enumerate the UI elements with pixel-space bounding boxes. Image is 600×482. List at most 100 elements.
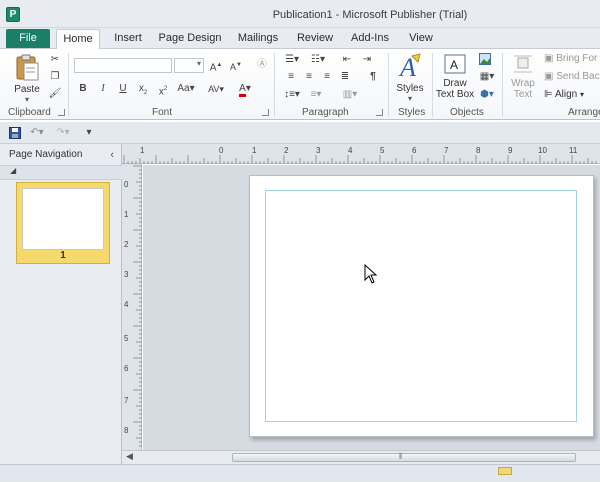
tab-mailings[interactable]: Mailings bbox=[234, 31, 282, 48]
font-launcher-icon[interactable] bbox=[262, 109, 269, 116]
hruler-label: 2 bbox=[284, 146, 289, 155]
send-backward-button[interactable]: ▣ Send Bac bbox=[544, 71, 600, 82]
superscript-icon[interactable]: x2 bbox=[156, 83, 170, 97]
grow-font-icon[interactable]: A▲ bbox=[208, 59, 224, 73]
horizontal-scrollbar[interactable]: ◀ ⦀ bbox=[122, 450, 600, 464]
redo-icon[interactable]: ↷▾ bbox=[54, 127, 72, 139]
tab-home[interactable]: Home bbox=[56, 29, 100, 49]
page-navigation-header: Page Navigation ‹ bbox=[0, 144, 122, 166]
format-painter-icon[interactable]: 🖌 bbox=[48, 88, 62, 100]
vruler-label: 4 bbox=[124, 300, 129, 309]
wrap-text-button[interactable]: Wrap Text bbox=[506, 53, 540, 105]
title-bar: P Publication1 - Microsoft Publisher (Tr… bbox=[0, 0, 600, 28]
increase-indent-icon[interactable]: ⇥ bbox=[360, 54, 374, 66]
paragraph-group-label: Paragraph bbox=[302, 107, 349, 118]
shapes-icon[interactable]: ⬢▾ bbox=[478, 89, 496, 101]
font-size-combo[interactable]: ▾ bbox=[174, 58, 204, 73]
draw-label: Draw bbox=[443, 78, 467, 89]
scroll-left-arrow-icon[interactable]: ◀ bbox=[126, 451, 133, 462]
columns-icon[interactable]: ▥▾ bbox=[340, 89, 360, 101]
align-button[interactable]: ⊫ Align ▾ bbox=[544, 89, 600, 100]
expand-section-icon[interactable]: ◢ bbox=[10, 166, 16, 175]
show-paragraph-marks-icon[interactable]: ¶ bbox=[366, 71, 380, 83]
publication-page[interactable] bbox=[249, 175, 594, 437]
paragraph-spacing-icon[interactable]: ≡▾ bbox=[306, 89, 326, 101]
styles-icon: A bbox=[398, 53, 421, 82]
paste-dropdown-icon[interactable]: ▾ bbox=[8, 95, 46, 104]
shrink-font-icon[interactable]: A▼ bbox=[228, 59, 244, 72]
vruler-label: 6 bbox=[124, 364, 129, 373]
tab-add-ins[interactable]: Add-Ins bbox=[347, 31, 393, 48]
tab-view[interactable]: View bbox=[404, 31, 438, 48]
change-case-icon[interactable]: Aa▾ bbox=[176, 83, 196, 95]
copy-icon[interactable]: ❐ bbox=[48, 71, 62, 83]
text-box-label: Text Box bbox=[435, 89, 475, 100]
status-bar bbox=[0, 464, 600, 482]
font-size-dropdown-icon[interactable]: ▾ bbox=[197, 59, 201, 68]
decrease-indent-icon[interactable]: ⇤ bbox=[340, 54, 354, 66]
hruler-label: 6 bbox=[412, 146, 417, 155]
numbering-icon[interactable]: ☷▾ bbox=[308, 54, 328, 66]
arrange-group-label: Arrange bbox=[568, 107, 600, 118]
save-icon[interactable] bbox=[8, 127, 22, 139]
group-divider bbox=[274, 53, 275, 117]
text-box-icon: A bbox=[444, 54, 466, 74]
cut-icon[interactable]: ✂ bbox=[48, 54, 62, 66]
align-right-icon[interactable]: ≡ bbox=[320, 71, 334, 83]
margin-guides bbox=[265, 190, 577, 422]
paste-button[interactable]: Paste ▾ bbox=[8, 53, 46, 104]
tab-review[interactable]: Review bbox=[294, 31, 336, 48]
bold-icon[interactable]: B bbox=[76, 83, 90, 95]
group-divider bbox=[502, 53, 503, 117]
styles-dropdown-icon[interactable]: ▾ bbox=[392, 94, 428, 103]
bring-forward-icon: ▣ bbox=[544, 53, 554, 64]
align-center-icon[interactable]: ≡ bbox=[302, 71, 316, 83]
table-icon[interactable]: ▦▾ bbox=[478, 71, 496, 83]
tab-file[interactable]: File bbox=[6, 29, 50, 48]
publication-workspace[interactable] bbox=[143, 165, 600, 450]
italic-icon[interactable]: I bbox=[96, 83, 110, 95]
underline-icon[interactable]: U bbox=[116, 83, 130, 95]
undo-icon[interactable]: ↶▾ bbox=[28, 127, 46, 139]
bring-forward-button[interactable]: ▣ Bring For bbox=[544, 53, 600, 64]
ribbon: Paste ▾ ✂ ❐ 🖌 Clipboard ▾ A▲ A▼ Ⓐ B I U … bbox=[0, 48, 600, 120]
paragraph-launcher-icon[interactable] bbox=[376, 109, 383, 116]
draw-text-box-button[interactable]: A Draw Text Box bbox=[434, 53, 476, 105]
picture-icon[interactable] bbox=[478, 53, 492, 65]
page-indicator-icon[interactable] bbox=[498, 467, 512, 475]
vruler-label: 2 bbox=[124, 240, 129, 249]
hruler-label: 1 bbox=[252, 146, 257, 155]
window-title: Publication1 - Microsoft Publisher (Tria… bbox=[272, 9, 468, 21]
page-thumbnail-number: 1 bbox=[60, 250, 66, 261]
hruler-label: 4 bbox=[348, 146, 353, 155]
align-dropdown-icon: ▾ bbox=[579, 90, 584, 99]
line-spacing-icon[interactable]: ↕≡▾ bbox=[282, 89, 302, 101]
vruler-label: 8 bbox=[124, 426, 129, 435]
font-name-combo[interactable] bbox=[74, 58, 172, 73]
send-backward-label: Send Bac bbox=[556, 71, 600, 82]
character-spacing-icon[interactable]: AV▾ bbox=[206, 83, 226, 95]
styles-button-label: Styles bbox=[396, 83, 424, 94]
tab-insert[interactable]: Insert bbox=[108, 31, 148, 48]
vertical-ruler[interactable]: 0 1 2 3 4 5 6 7 8 bbox=[122, 164, 142, 450]
align-label: Align bbox=[554, 89, 578, 100]
collapse-pane-icon[interactable]: ‹ bbox=[110, 144, 114, 166]
font-color-icon[interactable]: A▾ bbox=[234, 83, 256, 97]
horizontal-ruler[interactable]: 1 0 1 2 3 4 5 6 7 8 9 10 11 bbox=[122, 144, 600, 164]
subscript-icon[interactable]: x2 bbox=[136, 83, 150, 96]
vruler-label: 1 bbox=[124, 210, 129, 219]
horizontal-ruler-ticks bbox=[123, 155, 597, 164]
quick-access-toolbar: ↶▾ ↷▾ ▾ bbox=[0, 122, 600, 144]
tab-page-design[interactable]: Page Design bbox=[158, 31, 222, 48]
horizontal-scroll-thumb[interactable]: ⦀ bbox=[232, 452, 576, 462]
customize-toolbar-icon[interactable]: ▾ bbox=[82, 127, 96, 139]
page-thumbnail-selected[interactable]: 1 bbox=[16, 182, 110, 264]
clipboard-launcher-icon[interactable] bbox=[58, 109, 65, 116]
clear-formatting-icon[interactable]: Ⓐ bbox=[254, 59, 270, 71]
justify-icon[interactable]: ≣ bbox=[338, 71, 352, 83]
styles-group-label: Styles bbox=[398, 107, 426, 118]
align-icon: ⊫ bbox=[544, 89, 553, 100]
bullets-icon[interactable]: ☰▾ bbox=[282, 54, 302, 66]
styles-button[interactable]: A Styles ▾ bbox=[392, 52, 428, 104]
align-left-icon[interactable]: ≡ bbox=[284, 71, 298, 83]
